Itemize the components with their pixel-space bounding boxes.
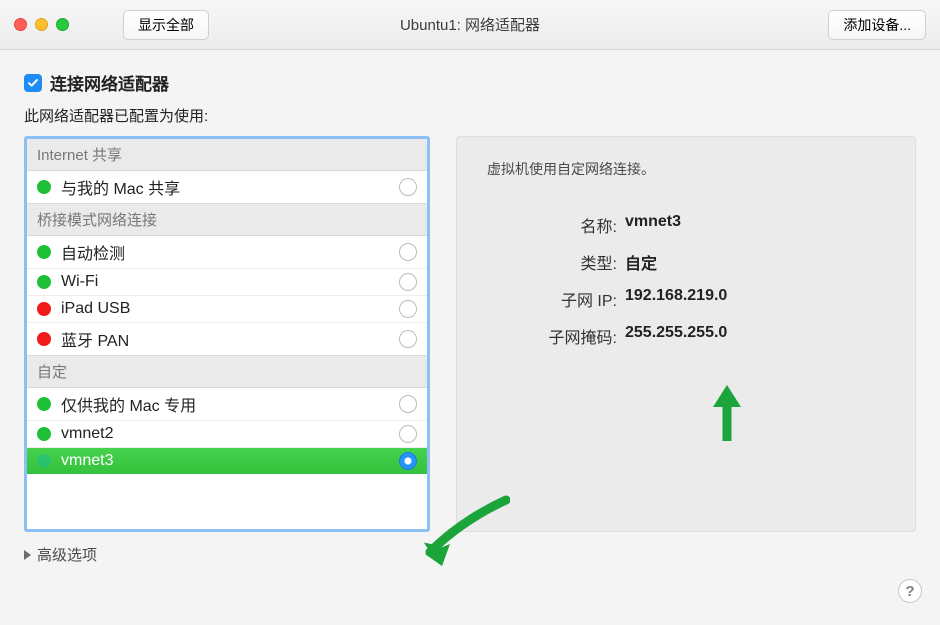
- connect-adapter-checkbox[interactable]: [24, 74, 42, 92]
- connect-adapter-label: 连接网络适配器: [50, 70, 169, 95]
- content-area: 连接网络适配器 此网络适配器已配置为使用: Internet 共享 与我的 Ma…: [0, 50, 940, 585]
- item-label: 蓝牙 PAN: [61, 327, 399, 351]
- title-bar: 显示全部 Ubuntu1: 网络适配器 添加设备...: [0, 0, 940, 50]
- info-name-value: vmnet3: [625, 213, 885, 237]
- status-dot-icon: [37, 427, 51, 441]
- window-controls: [14, 18, 69, 31]
- item-label: 仅供我的 Mac 专用: [61, 392, 399, 416]
- status-dot-icon: [37, 454, 51, 468]
- group-custom: 自定: [27, 355, 427, 388]
- status-dot-icon: [37, 332, 51, 346]
- info-subnet-mask-label: 子网掩码:: [487, 324, 617, 348]
- info-panel: 虚拟机使用自定网络连接。 名称: vmnet3 类型: 自定 子网 IP: 19…: [456, 136, 916, 532]
- status-dot-icon: [37, 245, 51, 259]
- config-label: 此网络适配器已配置为使用:: [24, 105, 916, 126]
- status-dot-icon: [37, 397, 51, 411]
- add-device-button[interactable]: 添加设备...: [828, 10, 926, 40]
- group-bridged: 桥接模式网络连接: [27, 203, 427, 236]
- radio-icon[interactable]: [399, 178, 417, 196]
- status-dot-icon: [37, 275, 51, 289]
- status-dot-icon: [37, 302, 51, 316]
- show-all-button[interactable]: 显示全部: [123, 10, 209, 40]
- radio-icon[interactable]: [399, 243, 417, 261]
- info-type-label: 类型:: [487, 250, 617, 274]
- disclosure-triangle-icon: [24, 550, 31, 560]
- item-bt-pan[interactable]: 蓝牙 PAN: [27, 322, 427, 355]
- info-subnet-mask-value: 255.255.255.0: [625, 324, 885, 348]
- advanced-options-toggle[interactable]: 高级选项: [24, 544, 430, 565]
- status-dot-icon: [37, 180, 51, 194]
- network-listbox[interactable]: Internet 共享 与我的 Mac 共享 桥接模式网络连接 自动检测 Wi-…: [24, 136, 430, 532]
- item-wifi[interactable]: Wi-Fi: [27, 268, 427, 295]
- item-vmnet2[interactable]: vmnet2: [27, 420, 427, 447]
- radio-icon[interactable]: [399, 395, 417, 413]
- radio-icon[interactable]: [399, 330, 417, 348]
- zoom-icon[interactable]: [56, 18, 69, 31]
- info-name-label: 名称:: [487, 213, 617, 237]
- info-description: 虚拟机使用自定网络连接。: [487, 159, 885, 179]
- radio-selected-icon[interactable]: [399, 452, 417, 470]
- item-label: iPad USB: [61, 300, 399, 318]
- close-icon[interactable]: [14, 18, 27, 31]
- item-label: vmnet2: [61, 425, 399, 443]
- item-ipad-usb[interactable]: iPad USB: [27, 295, 427, 322]
- advanced-label: 高级选项: [37, 544, 97, 565]
- help-button[interactable]: ?: [898, 579, 922, 603]
- radio-icon[interactable]: [399, 300, 417, 318]
- item-vmnet3[interactable]: vmnet3: [27, 447, 427, 474]
- radio-icon[interactable]: [399, 425, 417, 443]
- item-label: Wi-Fi: [61, 273, 399, 291]
- item-label: 自动检测: [61, 240, 399, 264]
- info-type-value: 自定: [625, 250, 885, 274]
- radio-icon[interactable]: [399, 273, 417, 291]
- group-internet-share: Internet 共享: [27, 139, 427, 171]
- item-autodetect[interactable]: 自动检测: [27, 236, 427, 268]
- item-label: 与我的 Mac 共享: [61, 175, 399, 199]
- list-filler: [27, 474, 427, 529]
- item-share-mac[interactable]: 与我的 Mac 共享: [27, 171, 427, 203]
- info-subnet-ip-value: 192.168.219.0: [625, 287, 885, 311]
- item-label: vmnet3: [61, 452, 399, 470]
- info-subnet-ip-label: 子网 IP:: [487, 287, 617, 311]
- minimize-icon[interactable]: [35, 18, 48, 31]
- item-mac-only[interactable]: 仅供我的 Mac 专用: [27, 388, 427, 420]
- connect-adapter-row: 连接网络适配器: [24, 70, 916, 95]
